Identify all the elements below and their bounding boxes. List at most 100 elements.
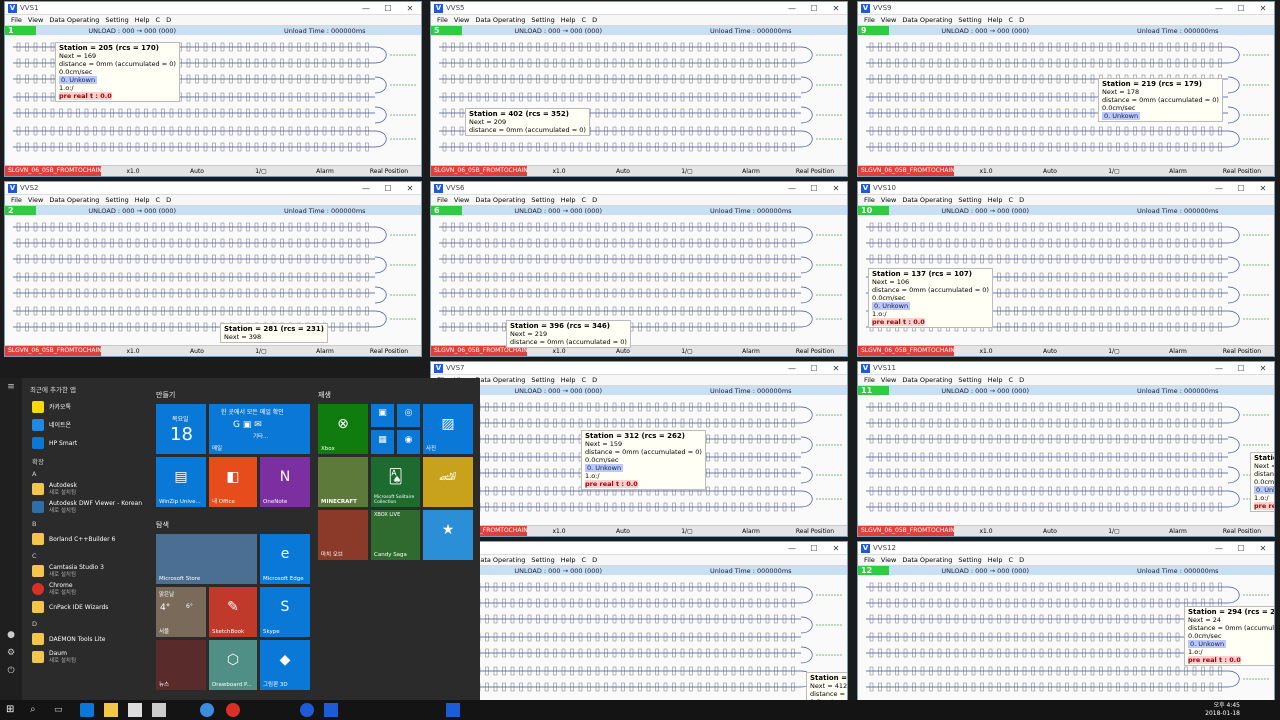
menu-c[interactable]: C <box>1009 16 1014 24</box>
menu-setting[interactable]: Setting <box>105 16 128 24</box>
menu-help[interactable]: Help <box>561 556 576 564</box>
vvs-window[interactable]: V VVS11 — ☐ ✕ File View Data Operating S… <box>857 361 1275 537</box>
menu-data-operating[interactable]: Data Operating <box>902 376 952 384</box>
calendar-tile[interactable]: 목요일 18 <box>156 404 206 454</box>
menu-help[interactable]: Help <box>561 376 576 384</box>
maximize-icon[interactable]: ☐ <box>803 364 825 373</box>
menu-file[interactable]: File <box>864 556 875 564</box>
vvs-taskbar-icon[interactable] <box>324 703 338 717</box>
menu-help[interactable]: Help <box>988 16 1003 24</box>
menu-file[interactable]: File <box>864 376 875 384</box>
menu-file[interactable]: File <box>11 196 22 204</box>
menu-d[interactable]: D <box>592 376 597 384</box>
window-titlebar[interactable]: V VVS10 — ☐ ✕ <box>858 182 1274 195</box>
menu-file[interactable]: File <box>864 196 875 204</box>
file-explorer-icon[interactable] <box>104 703 118 717</box>
window-titlebar[interactable]: V VVS6 — ☐ ✕ <box>431 182 847 195</box>
window-titlebar[interactable]: V — ☐ ✕ <box>431 542 847 555</box>
xbox-tile[interactable]: ⊗ Xbox <box>318 404 368 454</box>
close-icon[interactable]: ✕ <box>1252 4 1274 13</box>
menu-d[interactable]: D <box>592 196 597 204</box>
vvs-window[interactable]: V VVS10 — ☐ ✕ File View Data Operating S… <box>857 181 1275 357</box>
menu-data-operating[interactable]: Data Operating <box>902 196 952 204</box>
window-titlebar[interactable]: V VVS2 — ☐ ✕ <box>5 182 421 195</box>
menu-data-operating[interactable]: Data Operating <box>49 16 99 24</box>
store-tile[interactable]: Microsoft Store <box>156 534 257 584</box>
store-taskbar-icon[interactable] <box>128 703 142 717</box>
menu-setting[interactable]: Setting <box>531 16 554 24</box>
menu-help[interactable]: Help <box>135 16 150 24</box>
minimize-icon[interactable]: — <box>781 544 803 553</box>
menu-d[interactable]: D <box>166 16 171 24</box>
app-autodesk[interactable]: Autodesk 새로 설치됨 <box>26 480 150 498</box>
mail-taskbar-icon[interactable] <box>152 703 166 717</box>
menu-c[interactable]: C <box>582 556 587 564</box>
sketchbook-tile[interactable]: ✎ SketchBook <box>209 587 257 637</box>
vvs-window[interactable]: V VVS12 — ☐ ✕ File View Data Operating S… <box>857 541 1275 717</box>
vvs-window[interactable]: V VVS6 — ☐ ✕ File View Data Operating Se… <box>430 181 848 357</box>
menu-view[interactable]: View <box>881 556 896 564</box>
edge-tile[interactable]: e Microsoft Edge <box>260 534 310 584</box>
menu-setting[interactable]: Setting <box>958 196 981 204</box>
minimize-icon[interactable]: — <box>781 184 803 193</box>
maximize-icon[interactable]: ☐ <box>1230 184 1252 193</box>
user-icon[interactable]: ● <box>0 626 22 644</box>
close-icon[interactable]: ✕ <box>825 4 847 13</box>
minimize-icon[interactable]: — <box>355 4 377 13</box>
menu-setting[interactable]: Setting <box>958 556 981 564</box>
letter-a[interactable]: A <box>32 470 150 478</box>
maximize-icon[interactable]: ☐ <box>1230 4 1252 13</box>
window-titlebar[interactable]: V VVS5 — ☐ ✕ <box>431 2 847 15</box>
menu-view[interactable]: View <box>454 196 469 204</box>
menu-help[interactable]: Help <box>561 16 576 24</box>
track-layout-canvas[interactable] <box>858 395 1274 525</box>
drawboard-tile[interactable]: ⬡ Drawboard P... <box>209 640 257 690</box>
m-app-taskbar-icon[interactable] <box>300 703 314 717</box>
menu-d[interactable]: D <box>1019 16 1024 24</box>
menu-file[interactable]: File <box>437 16 448 24</box>
close-icon[interactable]: ✕ <box>399 4 421 13</box>
clock[interactable]: 오후 4:45 2018-01-18 <box>1205 702 1240 718</box>
close-icon[interactable]: ✕ <box>399 184 421 193</box>
menu-help[interactable]: Help <box>135 196 150 204</box>
close-icon[interactable]: ✕ <box>1252 184 1274 193</box>
menu-c[interactable]: C <box>582 196 587 204</box>
menu-d[interactable]: D <box>166 196 171 204</box>
menu-setting[interactable]: Setting <box>105 196 128 204</box>
game-tile[interactable]: ★ <box>423 510 473 560</box>
track-layout-canvas[interactable] <box>431 35 847 165</box>
asphalt-tile[interactable]: 🏎 <box>423 457 473 507</box>
app-kakaotalk[interactable]: 카카오톡 <box>26 398 150 416</box>
menu-view[interactable]: View <box>881 16 896 24</box>
news-tile[interactable]: 뉴스 <box>156 640 206 690</box>
search-icon[interactable]: ⌕ <box>30 703 44 717</box>
app-daum[interactable]: Daum 새로 설치됨 <box>26 648 150 666</box>
winzip-tile[interactable]: ▤ WinZip Unive... <box>156 457 206 507</box>
close-icon[interactable]: ✕ <box>825 364 847 373</box>
maximize-icon[interactable]: ☐ <box>1230 364 1252 373</box>
letter-b[interactable]: B <box>32 520 150 528</box>
vvs-window[interactable]: V VVS2 — ☐ ✕ File View Data Operating Se… <box>4 181 422 357</box>
vvs2-taskbar-icon[interactable] <box>446 703 460 717</box>
maximize-icon[interactable]: ☐ <box>803 4 825 13</box>
movies-tile[interactable]: ▣ <box>371 404 394 427</box>
menu-view[interactable]: View <box>881 196 896 204</box>
minimize-icon[interactable]: — <box>355 184 377 193</box>
menu-file[interactable]: File <box>437 196 448 204</box>
menu-c[interactable]: C <box>1009 196 1014 204</box>
expand-label[interactable]: 확장 <box>32 456 150 466</box>
minecraft-tile[interactable]: MINECRAFT <box>318 457 368 507</box>
menu-c[interactable]: C <box>582 16 587 24</box>
menu-data-operating[interactable]: Data Operating <box>902 16 952 24</box>
menu-file[interactable]: File <box>864 16 875 24</box>
task-view-icon[interactable]: ▭ <box>54 703 68 717</box>
menu-view[interactable]: View <box>881 376 896 384</box>
menu-data-operating[interactable]: Data Operating <box>475 16 525 24</box>
letter-c[interactable]: C <box>32 552 150 560</box>
app-chrome[interactable]: Chrome 새로 설치됨 <box>26 580 150 598</box>
app-dwf-viewer[interactable]: Autodesk DWF Viewer - Korean 새로 설치됨 <box>26 498 150 516</box>
maximize-icon[interactable]: ☐ <box>1230 544 1252 553</box>
menu-c[interactable]: C <box>1009 556 1014 564</box>
window-titlebar[interactable]: V VVS9 — ☐ ✕ <box>858 2 1274 15</box>
app-borland[interactable]: Borland C++Builder 6 <box>26 530 150 548</box>
